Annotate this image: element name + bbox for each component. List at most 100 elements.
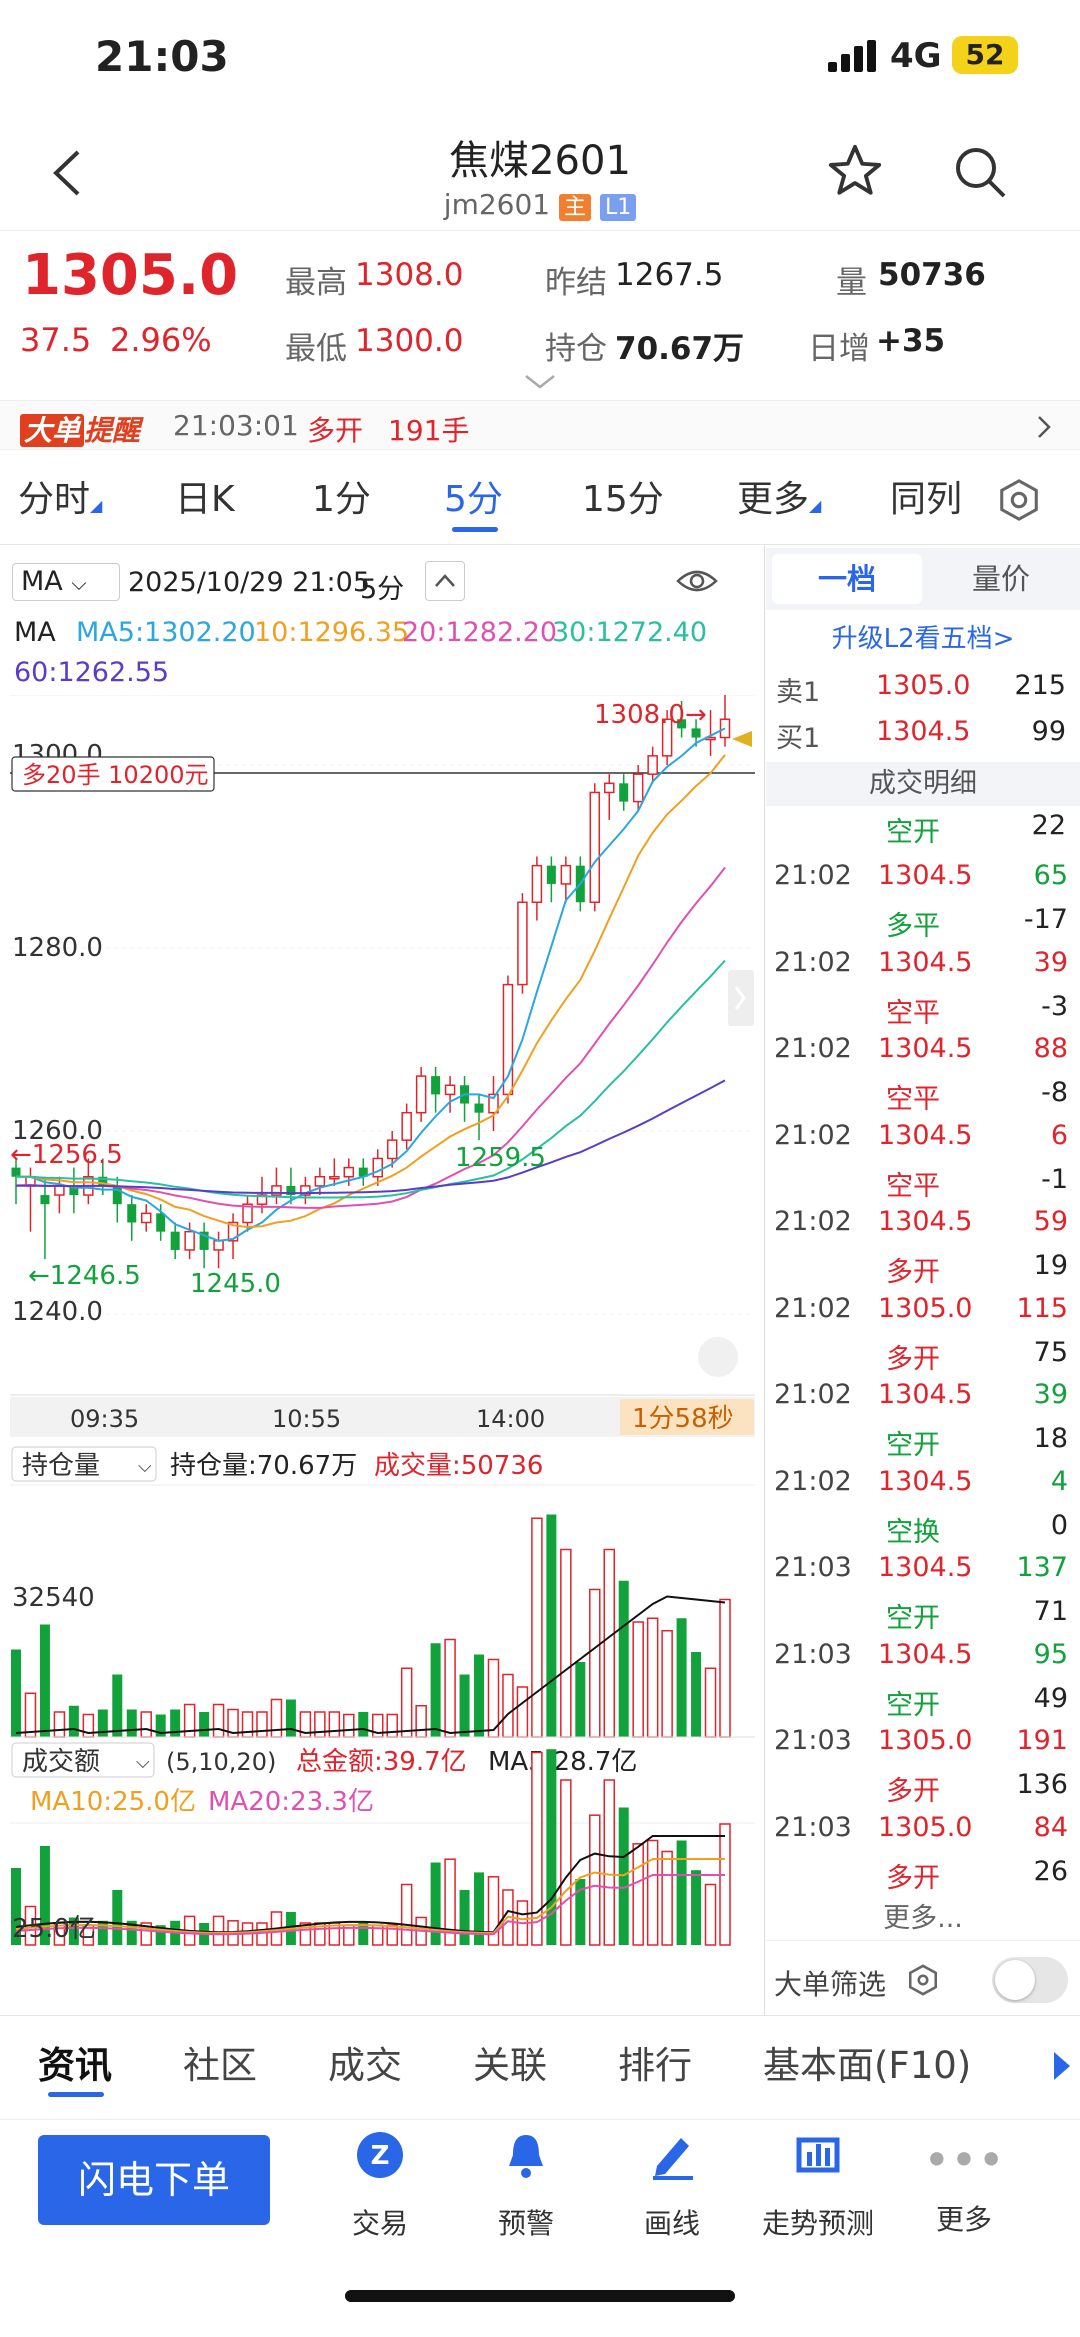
collapse-chevron-icon[interactable] [425,561,465,601]
big-order-alert[interactable]: 大单 提醒 21:03:01 多开 191手 [0,400,1080,450]
svg-text:⌵: ⌵ [136,1752,150,1773]
trade-oi-change: 0 [1050,1509,1068,1541]
tab-related[interactable]: 关联 [473,2016,547,2116]
amount-total: 总金额:39.7亿 [296,1747,467,1777]
trade-volume: 95 [1033,1638,1068,1670]
tab-level1[interactable]: 一档 [772,554,922,604]
trade-time: 21:02 [774,1292,852,1324]
tab-intraday[interactable]: 分时◢ [18,455,102,545]
candle-body [213,1240,224,1251]
tab-same-column[interactable]: 同列 [890,455,962,545]
tab-community[interactable]: 社区 [183,2016,257,2116]
price-change: 37.5 [20,321,92,359]
volume-bar [618,1580,629,1737]
candle-body [546,865,556,884]
amount-bar [632,1843,644,1946]
trade-time: 21:03 [774,1638,852,1670]
time-axis-2: 10:55 [272,1405,341,1433]
tab-trades[interactable]: 成交 [328,2016,402,2116]
tab-volume-price[interactable]: 量价 [926,554,1076,604]
trade-price: 1304.5 [878,1465,973,1497]
chevron-right-icon[interactable] [1036,415,1052,443]
volume-bar [430,1643,441,1737]
tab-5min[interactable]: 5分 [444,455,503,545]
trend-forecast-button[interactable]: 走势预测 [748,2130,888,2242]
oi-text: 持仓量:70.67万 [170,1451,357,1481]
chart-svg[interactable]: 1300.0 1280.0 1260.0 1240.0 1308.0→ ←125… [0,695,765,2015]
current-price-marker [732,731,752,747]
alert-button[interactable]: 预警 [456,2130,596,2242]
more-trades-link[interactable]: 更多... [766,1896,1080,1935]
trade-detail-panel: 一档 量价 升级L2看五档> 卖1 1305.0 215 买1 1304.5 9… [766,548,1080,2015]
amount-bar [646,1839,659,1946]
pen-icon [602,2130,742,2194]
alert-action: 多开 [307,414,364,447]
chart-datetime: 2025/10/29 21:05 [128,567,371,598]
prev-settle-value: 1267.5 [615,257,724,293]
eye-icon[interactable] [676,565,718,601]
tab-15min[interactable]: 15分 [582,455,664,545]
tab-daily-k[interactable]: 日K [175,455,235,545]
expand-chevron-icon[interactable] [524,373,556,395]
trade-row: 21:03 1304.5 137 空开 71 [766,1546,1080,1634]
candle-body [184,1230,195,1251]
battery-icon: 52 [952,36,1018,74]
flash-order-button[interactable]: 闪电下单 [38,2135,270,2225]
trade-type: 多开 [886,1776,940,1807]
tabs-scroll-right-icon[interactable] [1050,2050,1072,2086]
volume-bar [531,1517,543,1738]
trade-oi-change: -8 [1041,1077,1068,1108]
candle-body [531,864,543,903]
volume-bar [24,1692,37,1738]
star-icon[interactable] [826,142,884,204]
volume-bar [270,1698,283,1738]
tab-ranking[interactable]: 排行 [618,2016,692,2116]
candle-body [54,1185,65,1196]
oi-line [15,1595,726,1735]
tab-news[interactable]: 资讯 [38,2016,112,2116]
prev-settle-label: 昨结 [545,265,607,301]
candle-body [329,1176,340,1180]
candle-body [40,1195,50,1205]
ask1-price: 1305.0 [876,670,971,701]
tab-1min[interactable]: 1分 [312,455,371,545]
ma10-value: 10:1296.35 [254,617,410,648]
draw-line-button[interactable]: 画线 [602,2130,742,2242]
volume-bar [661,1630,673,1738]
trade-oi-change: 49 [1033,1682,1068,1714]
amount-bar [212,1915,225,1946]
fullscreen-icon[interactable] [698,1337,738,1377]
side-expand-handle[interactable] [728,970,754,1026]
trade-button[interactable]: Z 交易 [310,2130,450,2242]
alert-tag-big: 大单 [20,414,85,447]
axis-1240: 1240.0 [12,1297,103,1327]
volume-bar [502,1673,514,1738]
amount-bar [618,1807,629,1945]
search-icon[interactable] [952,144,1008,204]
tab-fundamentals[interactable]: 基本面(F10) [763,2016,971,2116]
amount-bar [400,1883,413,1946]
volume-bar [632,1621,644,1738]
amount-bar [704,1883,717,1946]
book-chart-icon [748,2130,888,2194]
annot-left-low: ←1246.5 [28,1261,141,1291]
trade-oi-change: 26 [1033,1855,1068,1887]
filter-toggle[interactable] [992,1957,1068,2003]
tab-more[interactable]: 更多◢ [737,455,821,545]
trade-time: 21:03 [774,1811,852,1843]
candle-body [474,1103,484,1113]
candle-body [314,1176,326,1187]
open-interest-value: 70.67万 [615,331,745,367]
contract-code-row: jm2601 主 L1 [0,188,1080,221]
settings-hex-icon[interactable] [996,477,1042,527]
filter-hex-icon[interactable] [906,1963,940,2001]
upgrade-l2-link[interactable]: 升级L2看五档> [766,618,1080,655]
vol-text: 成交量:50736 [374,1451,543,1481]
indicator-selector[interactable]: MA ⌵ [12,563,120,601]
status-time: 21:03 [95,32,229,81]
high-value: 1308.0 [355,257,464,293]
more-button[interactable]: ••• 更多 [894,2130,1034,2238]
amount-selector-label: 成交额 [22,1747,100,1777]
trade-oi-change: 18 [1033,1423,1068,1454]
ma30-value: 30:1272.40 [552,617,708,648]
